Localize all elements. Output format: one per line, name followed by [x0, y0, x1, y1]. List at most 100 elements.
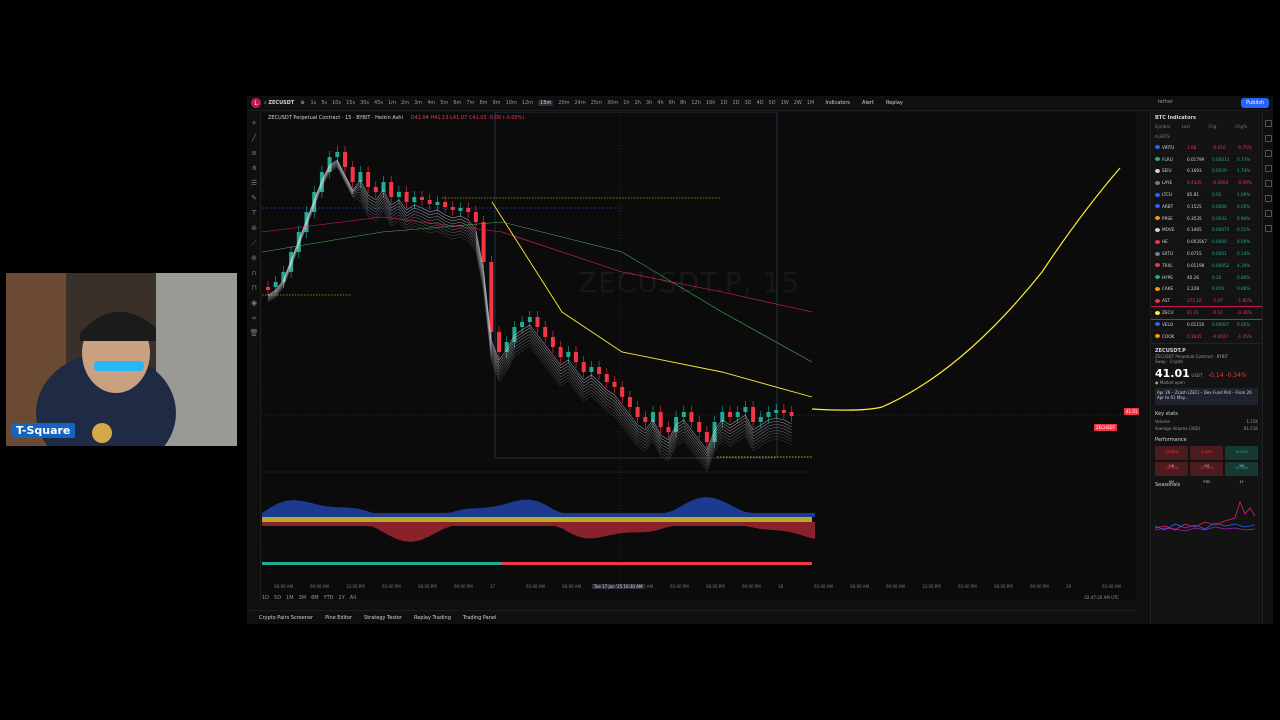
timeframe-6m[interactable]: 6m — [453, 100, 461, 106]
range-1y[interactable]: 1Y — [339, 595, 345, 601]
magnet-icon[interactable]: ∩ — [249, 269, 259, 277]
timeframe-1M[interactable]: 1M — [807, 100, 815, 106]
timeframe-4D[interactable]: 4D — [757, 100, 764, 106]
text-icon[interactable]: T — [249, 209, 259, 217]
ideas-icon[interactable] — [1265, 195, 1272, 202]
trend-line-icon[interactable]: ╱ — [249, 134, 259, 142]
timeframe-5s[interactable]: 5s — [321, 100, 327, 106]
timeframe-3m[interactable]: 3m — [414, 100, 422, 106]
range-1m[interactable]: 1M — [286, 595, 294, 601]
news-item[interactable]: Apr 26 – Zcash (ZEC) – Dev Fund Poll – F… — [1155, 387, 1258, 405]
horizontal-lines-icon[interactable]: ≡ — [249, 149, 259, 157]
perf-cell[interactable]: -20.82% 1W — [1155, 445, 1188, 468]
timeframe-25m[interactable]: 25m — [591, 100, 602, 106]
user-avatar[interactable]: L — [251, 98, 261, 108]
column-chg-pct[interactable]: Chg% — [1235, 124, 1262, 134]
timeframe-2W[interactable]: 2W — [794, 100, 802, 106]
watchlist-title[interactable]: BTC Indicators — [1151, 112, 1262, 124]
timeframe-8m[interactable]: 8m — [479, 100, 487, 106]
ruler-icon[interactable]: ⟋ — [249, 239, 259, 247]
notifications-icon[interactable] — [1265, 225, 1272, 232]
calendar-icon[interactable] — [1265, 180, 1272, 187]
watchlist-row[interactable]: MOVE 0.1465 0.00075 0.51% — [1151, 225, 1262, 237]
trash-icon[interactable]: 🗑 — [249, 329, 259, 337]
pitchfork-icon[interactable]: ⋔ — [249, 164, 259, 172]
publish-button[interactable]: Publish — [1241, 98, 1269, 108]
timeframe-12m[interactable]: 12m — [522, 100, 533, 106]
timeframe-5D[interactable]: 5D — [769, 100, 776, 106]
tab-trading-panel[interactable]: Trading Panel — [463, 615, 496, 621]
timeframe-10m[interactable]: 10m — [506, 100, 517, 106]
fib-icon[interactable]: ☰ — [249, 179, 259, 187]
timeframe-7m[interactable]: 7m — [466, 100, 474, 106]
watchlist-row[interactable]: SEIU 0.1693 0.0029 1.74% — [1151, 166, 1262, 178]
watchlist-row[interactable]: PRSE 0.3535 0.0033 0.94% — [1151, 213, 1262, 225]
timeframe-2h[interactable]: 2h — [635, 100, 641, 106]
column-symbol[interactable]: Symbol — [1155, 124, 1182, 134]
timeframe-15s[interactable]: 15s — [346, 100, 355, 106]
account-menu[interactable]: tether — [1158, 99, 1173, 105]
perf-cell[interactable]: -1.08% 1M — [1190, 445, 1223, 468]
tab-pine-editor[interactable]: Pine Editor — [325, 615, 352, 621]
timeframe-4m[interactable]: 4m — [427, 100, 435, 106]
watchlist-row[interactable]: FLRU 0.01799 0.00013 0.73% — [1151, 154, 1262, 166]
tab-replay-trading[interactable]: Replay Trading — [414, 615, 451, 621]
price-chart[interactable] — [262, 112, 1136, 600]
brush-icon[interactable]: ✎ — [249, 194, 259, 202]
range-6m[interactable]: 6M — [311, 595, 319, 601]
watchlist-row[interactable]: LTCU 85.81 0.92 1.09% — [1151, 189, 1262, 201]
timeframe-8h[interactable]: 8h — [680, 100, 686, 106]
timeframe-2m[interactable]: 2m — [401, 100, 409, 106]
perf-cell[interactable]: 35.39% 1Y — [1225, 461, 1258, 484]
pattern-icon[interactable]: ⊛ — [249, 224, 259, 232]
timeframe-3h[interactable]: 3h — [646, 100, 652, 106]
link-icon[interactable]: ∞ — [249, 314, 259, 322]
price-axis[interactable]: 41.01 — [1122, 112, 1146, 582]
timeframe-9m[interactable]: 9m — [493, 100, 501, 106]
watchlist-icon[interactable] — [1265, 120, 1272, 127]
watchlist-row[interactable]: VIRTU 1.68 -0.010 -0.75% — [1151, 142, 1262, 154]
watchlist-row[interactable]: SXTU 0.0715 0.0001 0.14% — [1151, 248, 1262, 260]
range-all[interactable]: All — [350, 595, 356, 601]
alerts-icon[interactable] — [1265, 135, 1272, 142]
timeframe-20m[interactable]: 20m — [558, 100, 569, 106]
range-5d[interactable]: 5D — [274, 595, 281, 601]
watchlist-row[interactable]: AST 375.18 -7.07 -1.85% — [1151, 295, 1262, 308]
timeframe-30m[interactable]: 30m — [607, 100, 618, 106]
timeframe-24m[interactable]: 24m — [575, 100, 586, 106]
utc-clock[interactable]: 02:47:20 AM UTC — [1084, 595, 1119, 600]
tab-crypto-pairs-screener[interactable]: Crypto Pairs Screener — [259, 615, 313, 621]
timeframe-1D[interactable]: 1D — [720, 100, 727, 106]
range-3m[interactable]: 3M — [299, 595, 307, 601]
perf-cell[interactable]: 19.59% 3M — [1225, 445, 1258, 468]
timeframe-10s[interactable]: 10s — [332, 100, 341, 106]
tab-strategy-tester[interactable]: Strategy Tester — [364, 615, 402, 621]
crosshair-icon[interactable]: + — [249, 119, 259, 127]
hotlist-icon[interactable] — [1265, 165, 1272, 172]
zoom-icon[interactable]: ⊕ — [249, 254, 259, 262]
timeframe-6h[interactable]: 6h — [669, 100, 675, 106]
chat-icon[interactable] — [1265, 210, 1272, 217]
alert-button[interactable]: Alert — [862, 100, 874, 106]
eye-icon[interactable]: ◉ — [249, 299, 259, 307]
timeframe-5m[interactable]: 5m — [440, 100, 448, 106]
column-chg[interactable]: Chg — [1209, 124, 1236, 134]
timeframe-1s[interactable]: 1s — [311, 100, 317, 106]
replay-button[interactable]: Replay — [886, 100, 903, 106]
symbol-search[interactable]: ZECUSDT — [268, 100, 294, 106]
timeframe-2D[interactable]: 2D — [732, 100, 739, 106]
time-axis[interactable]: 06:00 AM 09:00 AM 12:00 PM 03:00 PM 06:00 PM… — [262, 582, 1136, 592]
watchlist-row[interactable]: COOK 0.1835 -0.0027 -1.45% — [1151, 331, 1262, 343]
data-window-icon[interactable] — [1265, 150, 1272, 157]
chart-pane[interactable]: ZECUSDT.P, 15 ZECUSDT Perpetual Contract… — [262, 112, 1136, 600]
watchlist-row[interactable]: TRXL 0.01198 0.00052 4.34% — [1151, 260, 1262, 272]
timeframe-1W[interactable]: 1W — [781, 100, 789, 106]
column-last[interactable]: Last — [1182, 124, 1209, 134]
watchlist-row[interactable]: CAKE 2.228 0.019 0.86% — [1151, 284, 1262, 296]
range-ytd[interactable]: YTD — [324, 595, 334, 601]
indicators-button[interactable]: Indicators — [825, 100, 850, 106]
watchlist-row[interactable]: VELO 0.01150 0.00007 0.65% — [1151, 319, 1262, 331]
timeframe-1h[interactable]: 1h — [623, 100, 629, 106]
timeframe-1m[interactable]: 1m — [388, 100, 396, 106]
timeframe-12h[interactable]: 12h — [691, 100, 701, 106]
